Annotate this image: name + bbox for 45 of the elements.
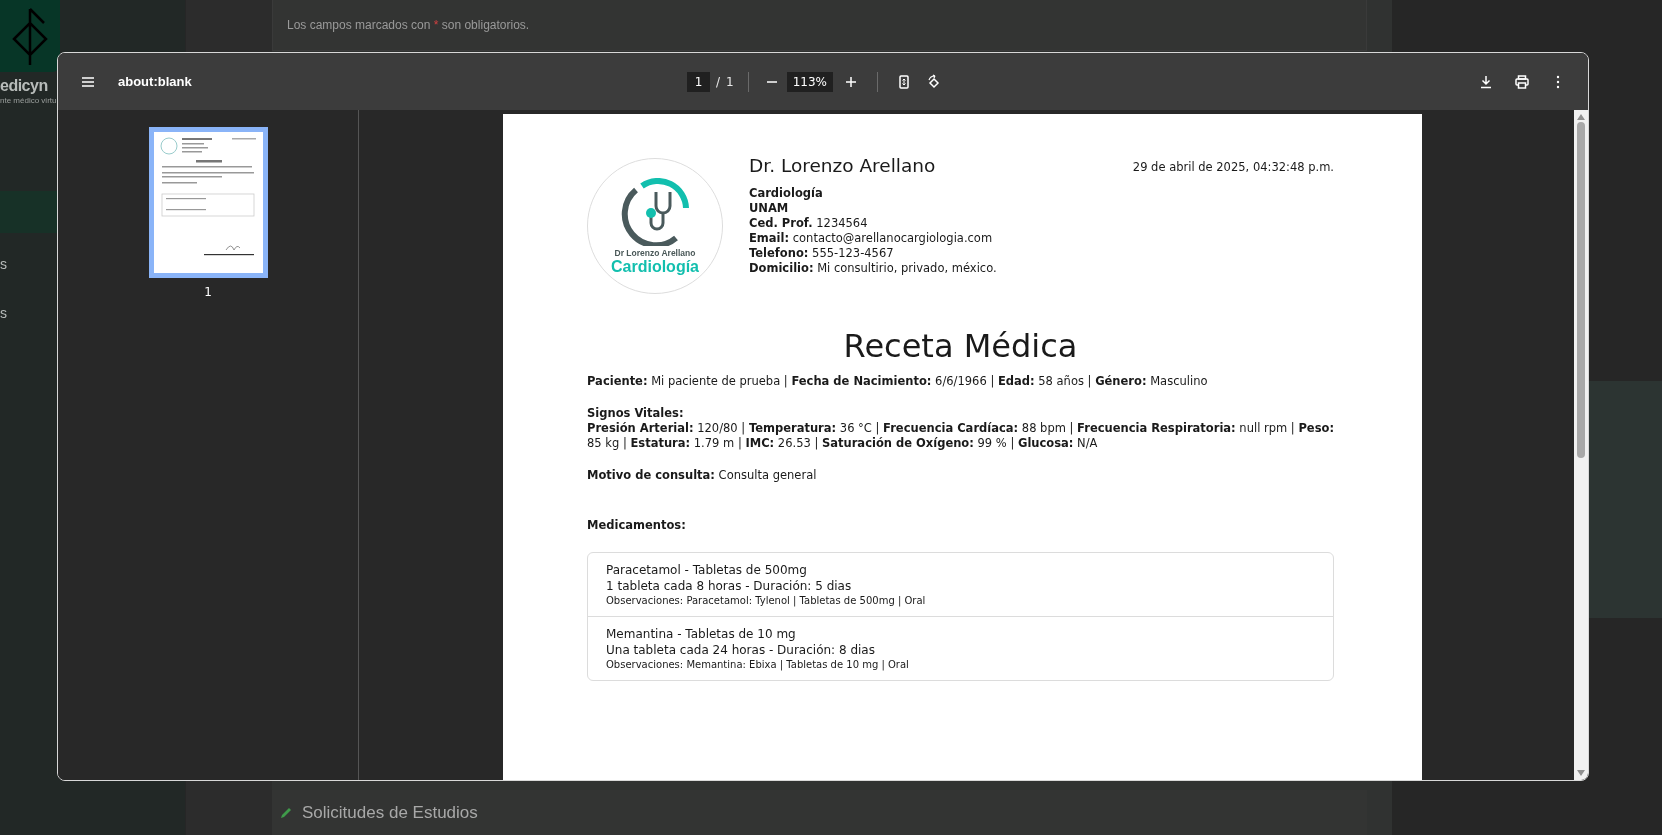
vitals-heading: Signos Vitales: xyxy=(587,406,685,421)
logo-doctor-name: Dr Lorenzo Arellano xyxy=(614,247,696,258)
scroll-down-icon xyxy=(1577,770,1585,776)
patient-info: Paciente: Mi paciente de prueba | Fecha de Nacimiento: 6/6/1966 | Edad: 58 años | Género: Masculino xyxy=(587,374,1209,389)
medication-notes: Observaciones: Memantina: Ebixa | Tabletas de 10 mg | Oral xyxy=(606,658,910,672)
required-fields-note: Los campos marcados con * son obligatorios. xyxy=(287,18,530,32)
rotate-icon xyxy=(926,73,942,90)
download-icon xyxy=(1478,73,1494,90)
logo-specialty: Cardiología xyxy=(611,257,699,275)
page-thumbnail-label: 1 xyxy=(204,285,212,299)
page-separator: / xyxy=(716,74,721,89)
prescription-title: Receta Médica xyxy=(842,327,1079,365)
zoom-level-field[interactable]: 113% xyxy=(786,71,833,92)
page-number-field[interactable]: 1 xyxy=(687,71,710,92)
sidebar-item[interactable]: s xyxy=(0,305,7,321)
brand-tagline: nte médico virtu xyxy=(0,96,57,106)
medication-notes: Observaciones: Paracetamol: Tylenol | Tabletas de 500mg | Oral xyxy=(606,594,927,608)
document-title: about:blank xyxy=(118,74,192,89)
doctor-detail: Email: contacto@arellanocargiologia.com xyxy=(749,231,994,246)
medication-name: Paracetamol - Tabletas de 500mg xyxy=(606,562,808,578)
doctor-detail: UNAM xyxy=(749,201,790,216)
doctor-detail: Cardiología xyxy=(749,186,824,201)
doctor-detail: Domicilio: Mi consultirio, privado, méxico. xyxy=(749,261,998,276)
doctor-detail: Telefono: 555-123-4567 xyxy=(749,246,895,261)
doctor-detail: Ced. Prof. 1234564 xyxy=(749,216,869,231)
fit-page-icon xyxy=(896,73,912,90)
brand-name: edicyn xyxy=(0,76,48,96)
doctor-name: Dr. Lorenzo Arellano xyxy=(749,155,937,177)
vital-signs: Presión Arterial: 120/80 | Temperatura: 36 °C | Frecuencia Cardíaca: 88 bpm | Frecuencia Respiratoria: null rpm | Peso: 85 kg | Estatura: 1.79 m | IMC: 26.53 | Saturación de Oxígeno: 99 % | Glucosa: N/A xyxy=(587,421,1334,451)
scrollbar[interactable] xyxy=(1574,110,1588,780)
page-total: 1 xyxy=(726,74,734,89)
stethoscope-icon xyxy=(620,177,690,246)
prescription-date: 29 de abril de 2025, 04:32:48 p.m. xyxy=(1132,160,1334,176)
medication-dosage: Una tableta cada 24 horas - Duración: 8 dias xyxy=(606,642,876,658)
section-title: Solicitudes de Estudios xyxy=(302,802,478,823)
medication-dosage: 1 tableta cada 8 horas - Duración: 5 dias xyxy=(606,578,853,594)
medications-heading: Medicamentos: xyxy=(587,518,687,533)
print-icon xyxy=(1514,73,1530,90)
scroll-up-icon xyxy=(1577,114,1585,120)
diamond-logo-icon xyxy=(10,5,50,67)
zoom-out-icon xyxy=(766,80,777,83)
consultation-reason: Motivo de consulta: Consulta general xyxy=(587,468,818,483)
scrollbar-thumb[interactable] xyxy=(1577,122,1585,458)
medication-name: Memantina - Tabletas de 10 mg xyxy=(606,626,797,642)
sidebar-item[interactable]: s xyxy=(0,256,7,272)
